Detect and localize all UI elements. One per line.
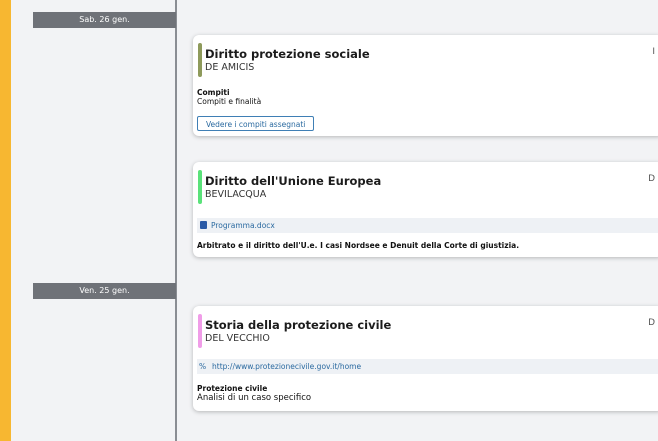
- subject-color-strip: [198, 43, 202, 77]
- lesson-side-label: D: [648, 318, 655, 328]
- topic-section: Protezione civile Analisi di un caso spe…: [197, 384, 658, 403]
- homework-section-title: Compiti: [197, 88, 230, 97]
- lesson-title: Diritto dell'Unione Europea: [205, 174, 382, 188]
- lesson-side-label: I: [652, 47, 655, 57]
- day-header-sab-26-gen: Sab. 26 gen.: [33, 12, 176, 28]
- lesson-card-storia-protezione-civile[interactable]: Storia della protezione civile DEL VECCH…: [193, 306, 658, 411]
- web-link-row[interactable]: % http://www.protezionecivile.gov.it/home: [197, 359, 658, 374]
- lesson-teacher: DEL VECCHIO: [205, 333, 270, 344]
- left-accent-bar: [0, 0, 11, 441]
- lesson-side-label: D: [648, 174, 655, 184]
- attachment-row[interactable]: Programma.docx: [197, 218, 658, 233]
- link-icon: %: [199, 362, 207, 371]
- topic-section-text: Analisi di un caso specifico: [197, 393, 312, 403]
- view-assigned-tasks-button[interactable]: Vedere i compiti assegnati: [197, 116, 315, 131]
- attachment-link[interactable]: Programma.docx: [211, 221, 275, 230]
- timeline-line: [175, 0, 177, 441]
- homework-section: Compiti Compiti e finalità: [197, 88, 658, 106]
- lesson-card-diritto-unione-europea[interactable]: Diritto dell'Unione Europea BEVILACQUA D…: [193, 162, 658, 257]
- subject-color-strip: [198, 314, 202, 348]
- lesson-teacher: DE AMICIS: [205, 62, 255, 73]
- lesson-title: Storia della protezione civile: [205, 318, 392, 332]
- lesson-title: Diritto protezione sociale: [205, 47, 370, 61]
- topic-section-title: Protezione civile: [197, 384, 268, 393]
- lesson-description: Arbitrato e il diritto dell'U.e. I casi …: [197, 241, 520, 250]
- word-document-icon: [200, 221, 207, 229]
- web-link[interactable]: http://www.protezionecivile.gov.it/home: [212, 362, 361, 371]
- lesson-teacher: BEVILACQUA: [205, 189, 267, 200]
- day-header-ven-25-gen: Ven. 25 gen.: [33, 283, 176, 299]
- subject-color-strip: [198, 170, 202, 204]
- lesson-card-diritto-protezione-sociale[interactable]: Diritto protezione sociale DE AMICIS I C…: [193, 35, 658, 136]
- homework-section-text: Compiti e finalità: [197, 97, 262, 106]
